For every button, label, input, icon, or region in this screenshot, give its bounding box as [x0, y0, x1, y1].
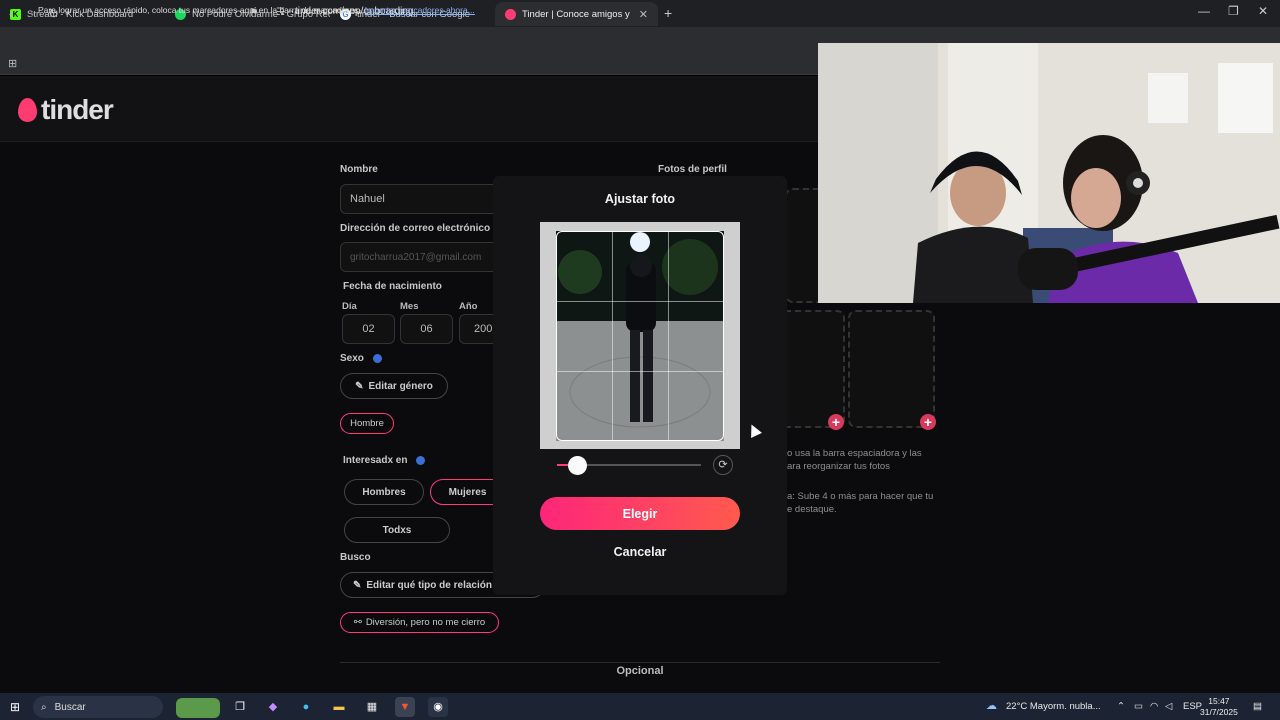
dia-label: Día: [342, 301, 357, 312]
dia-input[interactable]: 02: [342, 314, 395, 344]
file-explorer-icon[interactable]: ▬: [329, 697, 349, 717]
clock[interactable]: 15:47 31/7/2025: [1200, 696, 1238, 718]
forward-icon[interactable]: ›: [30, 6, 34, 21]
wifi-icon[interactable]: ◠: [1150, 701, 1158, 712]
elegir-button[interactable]: Elegir: [540, 497, 740, 530]
zoom-slider-handle[interactable]: [567, 456, 587, 475]
brave-icon[interactable]: ▼: [395, 697, 415, 717]
grid-line: [612, 232, 613, 440]
genero-chip[interactable]: Hombre: [340, 413, 394, 434]
sexo-label: Sexo: [340, 353, 382, 364]
mes-input[interactable]: 06: [400, 314, 453, 344]
email-input[interactable]: gritocharrua2017@gmail.com: [340, 242, 510, 272]
new-tab-button[interactable]: +: [664, 5, 672, 21]
network-icon[interactable]: ▭: [1134, 701, 1143, 712]
close-window-icon[interactable]: ✕: [1258, 4, 1268, 18]
nombre-input[interactable]: Nahuel: [340, 184, 510, 214]
weather-icon: ☁: [986, 700, 997, 712]
interes-hombres-button[interactable]: Hombres: [344, 479, 424, 505]
maximize-icon[interactable]: ❐: [1228, 4, 1239, 18]
photo-slot[interactable]: [785, 310, 845, 428]
mes-label: Mes: [400, 301, 419, 312]
grid-line: [557, 371, 723, 372]
cancelar-button[interactable]: Cancelar: [540, 545, 740, 559]
photo-slot[interactable]: [848, 310, 935, 428]
notifications-icon[interactable]: ▤: [1253, 701, 1262, 712]
add-photo-icon[interactable]: +: [920, 414, 936, 430]
weather-text[interactable]: 22°C Mayorm. nubla...: [1006, 701, 1101, 712]
obs-icon[interactable]: ◉: [428, 697, 448, 717]
photo-hint: o usa la barra espaciadora y las ara reo…: [787, 448, 922, 472]
back-icon[interactable]: ‹: [9, 6, 13, 21]
flame-icon: [18, 98, 37, 122]
windows-start-icon[interactable]: ⊞: [10, 700, 20, 714]
pencil-icon: ✎: [355, 380, 364, 392]
fecha-label: Fecha de nacimiento: [343, 281, 442, 292]
taskbar-widget-image[interactable]: [176, 698, 220, 718]
opcional-heading: Opcional: [340, 665, 940, 677]
minimize-icon[interactable]: —: [1198, 4, 1210, 18]
import-bookmarks-link[interactable]: Importar marcadores ahora...: [365, 5, 475, 15]
tinder-icon: [505, 8, 516, 20]
add-photo-icon[interactable]: +: [828, 414, 844, 430]
grid-line: [668, 232, 669, 440]
grid-line: [557, 301, 723, 302]
dialog-title: Ajustar foto: [604, 192, 676, 206]
relacion-chip[interactable]: ⚯ Diversión, pero no me cierro: [340, 612, 499, 633]
webcam-overlay: [818, 43, 1280, 303]
info-icon[interactable]: [416, 455, 426, 465]
copilot-icon[interactable]: ◆: [263, 697, 283, 717]
webcam-image: [818, 43, 1280, 303]
tab-tinder[interactable]: Tinder | Conoce amigos y gente ✕: [495, 2, 658, 26]
interes-todxs-button[interactable]: Todxs: [344, 517, 450, 543]
rotate-icon[interactable]: ⟳: [713, 455, 733, 475]
edge-icon[interactable]: ●: [296, 697, 316, 717]
interes-label: Interesadx en: [343, 455, 426, 466]
task-view-icon[interactable]: ❐: [230, 697, 250, 717]
photo-tip: a: Sube 4 o más para hacer que tu e dest…: [787, 491, 934, 515]
search-icon: ⌕: [41, 701, 47, 713]
editar-genero-button[interactable]: ✎ Editar género: [340, 373, 448, 399]
crop-frame[interactable]: [556, 231, 724, 441]
info-icon[interactable]: [372, 353, 382, 363]
anio-label: Año: [459, 301, 478, 312]
section-divider: [340, 662, 940, 663]
nombre-label: Nombre: [340, 164, 378, 175]
handshake-icon: ⚯: [353, 617, 362, 628]
busco-label: Busco: [340, 552, 371, 563]
taskbar-search[interactable]: ⌕ Buscar: [33, 696, 163, 718]
bookmarks-hint: Para lograr un acceso rápido, coloca tus…: [38, 5, 475, 15]
store-icon[interactable]: ▦: [362, 697, 382, 717]
close-tab-icon[interactable]: ✕: [631, 8, 648, 21]
volume-icon[interactable]: ◁: [1165, 701, 1172, 712]
pencil-icon: ✎: [353, 579, 362, 591]
tray-chevron-icon[interactable]: ⌃: [1117, 701, 1125, 712]
email-label: Dirección de correo electrónico: [340, 223, 491, 234]
fotos-label: Fotos de perfil: [658, 164, 727, 175]
apps-grid-icon[interactable]: ⊞: [8, 57, 17, 70]
tinder-logo[interactable]: tinder: [18, 94, 114, 126]
